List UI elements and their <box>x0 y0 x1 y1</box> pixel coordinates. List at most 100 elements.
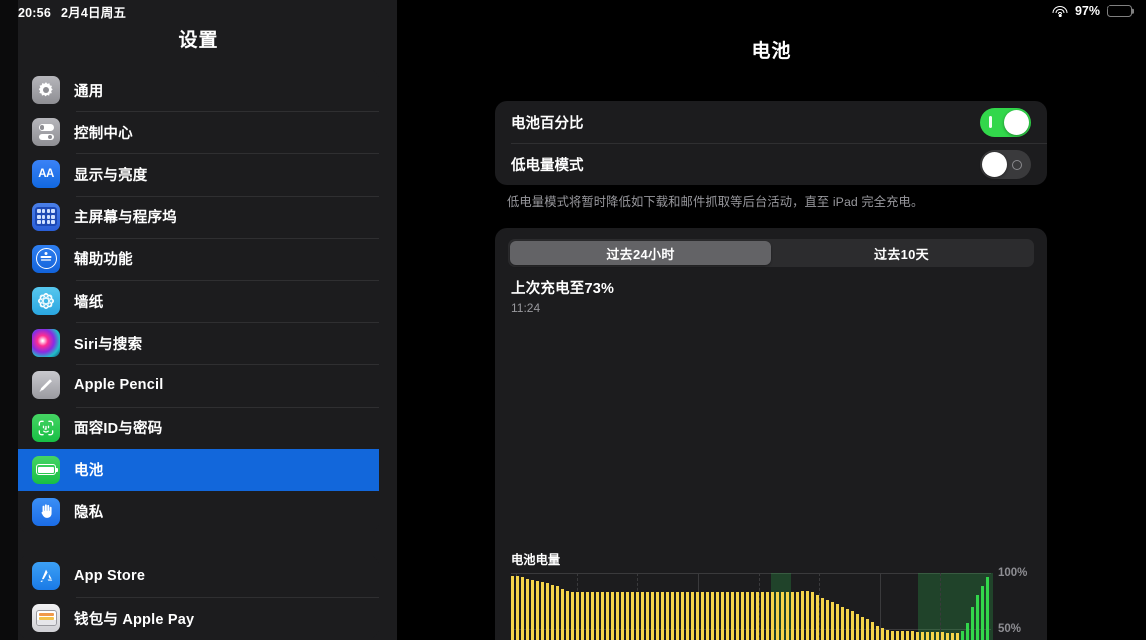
battery-level-bar <box>946 633 950 640</box>
battery-level-bar <box>576 592 580 640</box>
battery-level-bar <box>971 606 975 640</box>
battery-detail-pane: 电池 电池百分比 低电量模式 低电量模式将暂时降低如下载和邮件抓取等后台活动，直… <box>397 0 1146 640</box>
sidebar-item-siri[interactable]: Siri与搜索 <box>18 322 379 364</box>
battery-level-bar <box>686 592 690 640</box>
privacy-hand-icon <box>32 497 60 526</box>
sidebar-item-privacy-hand[interactable]: 隐私 <box>18 491 379 533</box>
battery-level-bar <box>611 592 615 640</box>
battery-level-bar <box>956 633 960 640</box>
battery-level-bar <box>821 597 825 640</box>
accessibility-icon <box>32 244 60 273</box>
x-gridline <box>940 573 942 640</box>
battery-level-bar <box>756 592 760 640</box>
sidebar-item-gear[interactable]: 通用 <box>18 69 379 111</box>
battery-level-bar <box>776 592 780 640</box>
sidebar-item-label: Apple Pencil <box>74 377 164 394</box>
battery-level-bar <box>546 583 550 640</box>
battery-level-bar <box>966 623 970 640</box>
battery-level-chart-title: 电池电量 <box>511 553 561 567</box>
battery-level-bar <box>931 632 935 640</box>
time-range-segmented-control[interactable]: 过去24小时 过去10天 <box>508 239 1034 267</box>
sidebar-item-label: 墙纸 <box>74 294 104 311</box>
sidebar-item-control-center[interactable]: 控制中心 <box>18 111 379 153</box>
battery-level-chart: 电池电量 0%50%100%⚡⚡210时03060912时1518 <box>495 550 1047 640</box>
sidebar-item-display-brightness[interactable]: AA 显示与亮度 <box>18 153 379 195</box>
battery-level-bar <box>701 592 705 640</box>
battery-icon <box>32 455 60 484</box>
sidebar-scroll-area[interactable]: 通用 控制中心 AA 显示与亮度主屏幕与程序坞辅助功能墙纸 Siri与搜索 Apple P… <box>0 69 397 640</box>
sidebar-item-label: 显示与亮度 <box>74 167 148 184</box>
battery-level-bar <box>531 579 535 640</box>
sidebar-item-label: 隐私 <box>74 505 104 522</box>
sidebar-item-app-store[interactable]: App Store <box>18 555 379 597</box>
sidebar-item-label: 辅助功能 <box>74 252 133 269</box>
low-power-mode-label: 低电量模式 <box>511 157 584 174</box>
battery-percentage-row[interactable]: 电池百分比 <box>495 101 1047 143</box>
y-axis-tick-label: 100% <box>998 567 1028 579</box>
display-brightness-icon: AA <box>32 160 60 189</box>
battery-level-bar <box>671 592 675 640</box>
sidebar-item-apple-pencil[interactable]: Apple Pencil <box>18 364 379 406</box>
battery-level-bar <box>551 585 555 640</box>
battery-level-bar <box>836 604 840 640</box>
battery-level-bar <box>831 602 835 640</box>
sidebar-item-battery[interactable]: 电池 <box>18 448 379 491</box>
status-date: 2月4日周五 <box>60 5 127 20</box>
battery-percentage-toggle[interactable] <box>980 107 1031 137</box>
sidebar-item-label: Siri与搜索 <box>74 336 143 353</box>
sidebar-item-wallet[interactable]: 钱包与 Apple Pay <box>18 597 379 639</box>
battery-level-bar <box>761 592 765 640</box>
battery-level-bar <box>871 622 875 640</box>
battery-level-bar <box>986 577 990 640</box>
battery-usage-card: 过去24小时 过去10天 上次充电至73% 11:24 电池电量 0%50%10… <box>495 228 1047 640</box>
battery-level-bar <box>786 592 790 640</box>
gear-icon <box>32 76 60 105</box>
battery-level-bar <box>561 588 565 640</box>
battery-level-bar <box>796 592 800 640</box>
battery-level-bar <box>676 592 680 640</box>
last-charge-time: 11:24 <box>511 301 541 315</box>
battery-level-bar <box>706 592 710 640</box>
battery-level-bar <box>596 592 600 640</box>
sidebar-item-face-id[interactable]: 面容ID与密码 <box>18 406 379 449</box>
battery-level-bar <box>541 581 545 640</box>
battery-level-bar <box>661 592 665 640</box>
battery-level-bar <box>691 592 695 640</box>
sidebar-item-label: 钱包与 Apple Pay <box>74 611 195 628</box>
battery-level-bar <box>771 592 775 640</box>
low-power-mode-toggle[interactable] <box>980 149 1031 179</box>
battery-level-bar <box>536 580 540 640</box>
settings-sidebar: 设置 通用 控制中心 AA 显示与亮度 主屏幕与程序坞 辅助功能 墙纸 Siri与搜索 Appl… <box>0 0 397 640</box>
home-screen-dock-icon <box>32 202 60 231</box>
battery-level-bar <box>636 592 640 640</box>
status-bar-right: 97% ⚡ <box>1052 2 1132 18</box>
battery-level-bar <box>941 632 945 640</box>
battery-level-plot[interactable]: 0%50%100%⚡⚡210时03060912时1518 <box>511 567 1027 640</box>
battery-level-bar <box>801 590 805 640</box>
sidebar-item-wallpaper[interactable]: 墙纸 <box>18 279 379 322</box>
sidebar-item-label: App Store <box>74 568 146 585</box>
last-charge-title: 上次充电至73% <box>511 281 615 297</box>
siri-icon <box>32 329 60 358</box>
wifi-icon <box>1052 5 1068 17</box>
sidebar-item-home-screen-dock[interactable]: 主屏幕与程序坞 <box>18 195 379 238</box>
low-power-mode-row[interactable]: 低电量模式 <box>495 143 1047 185</box>
battery-level-bar <box>736 592 740 640</box>
sidebar-item-accessibility[interactable]: 辅助功能 <box>18 237 379 280</box>
apple-pencil-icon <box>32 371 60 400</box>
battery-level-bar <box>741 592 745 640</box>
battery-level-bar <box>721 592 725 640</box>
battery-level-bar <box>911 631 915 640</box>
battery-level-bar <box>616 592 620 640</box>
battery-level-bar <box>881 627 885 640</box>
battery-level-bar <box>526 578 530 640</box>
status-bar-left: 20:56 2月4日周五 <box>18 2 126 21</box>
wallet-icon <box>32 604 60 633</box>
battery-level-bar <box>781 592 785 640</box>
segment-last-24-hours[interactable]: 过去24小时 <box>510 241 771 265</box>
battery-level-bar <box>511 576 515 640</box>
battery-level-bar <box>751 592 755 640</box>
segment-last-10-days[interactable]: 过去10天 <box>771 241 1032 265</box>
ipad-settings-screen: 20:56 2月4日周五 97% ⚡ 设置 通用 控制中心 AA 显示与亮度 主屏幕与程… <box>0 0 1146 640</box>
battery-level-bar <box>666 592 670 640</box>
